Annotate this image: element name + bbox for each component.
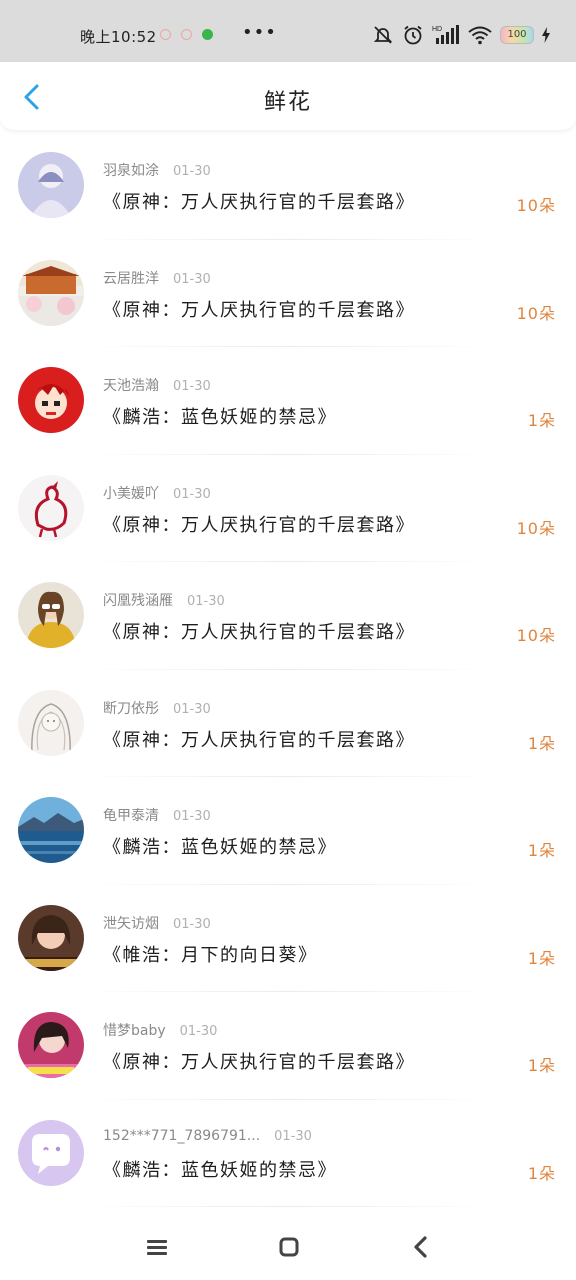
alarm-icon bbox=[404, 25, 422, 45]
charging-icon bbox=[542, 27, 550, 43]
date: 01-30 bbox=[173, 701, 211, 717]
notification-icons bbox=[160, 29, 213, 40]
list-item[interactable]: 152***771_7896791... 01-30 《麟浩：蓝色妖姬的禁忌》 1… bbox=[0, 1100, 576, 1207]
flower-count: 1朵 bbox=[527, 733, 556, 753]
wifi-icon bbox=[468, 26, 492, 45]
book-title: 《麟浩：蓝色妖姬的禁忌》 bbox=[103, 837, 337, 858]
back-chevron-icon[interactable] bbox=[406, 1232, 436, 1262]
status-time: 晚上10:52 bbox=[80, 28, 157, 46]
book-title: 《原神：万人厌执行官的千层套路》 bbox=[103, 729, 415, 751]
username: 云居胜洋 01-30 bbox=[103, 270, 211, 287]
username: 惜梦baby 01-30 bbox=[103, 1023, 218, 1039]
mute-bell-icon bbox=[373, 26, 393, 44]
notification-icon bbox=[160, 29, 171, 40]
list-item[interactable]: 云居胜洋 01-30 《原神：万人厌执行官的千层套路》 10朵 bbox=[0, 240, 576, 347]
system-icons: HD 100 bbox=[372, 24, 550, 46]
status-bar: 晚上10:52 ••• HD 100 bbox=[0, 0, 576, 62]
menu-icon[interactable] bbox=[142, 1232, 172, 1262]
svg-text:HD: HD bbox=[432, 26, 442, 33]
username: 闪凰残涵雁 01-30 bbox=[103, 593, 225, 609]
username: 泄矢访烟 01-30 bbox=[103, 915, 211, 932]
system-nav-bar bbox=[0, 1212, 576, 1280]
book-title: 《麟浩：蓝色妖姬的禁忌》 bbox=[103, 407, 337, 428]
date: 01-30 bbox=[173, 164, 211, 179]
flower-count: 1朵 bbox=[527, 411, 556, 430]
username: 小美媛吖 01-30 bbox=[103, 485, 211, 502]
wechat-icon bbox=[202, 29, 213, 40]
flower-count: 1朵 bbox=[527, 841, 556, 860]
flower-count: 10朵 bbox=[516, 196, 556, 215]
avatar[interactable] bbox=[18, 152, 84, 218]
flower-count: 10朵 bbox=[516, 303, 556, 323]
list-item[interactable]: 闪凰残涵雁 01-30 《原神：万人厌执行官的千层套路》 10朵 bbox=[0, 562, 576, 670]
avatar[interactable] bbox=[18, 1012, 84, 1078]
list-item[interactable]: 泄矢访烟 01-30 《帷浩：月下的向日葵》 1朵 bbox=[0, 885, 576, 992]
app-header: 鲜花 bbox=[0, 62, 576, 130]
avatar[interactable] bbox=[18, 904, 84, 971]
battery-icon: 100 bbox=[500, 26, 534, 44]
book-title: 《原神：万人厌执行官的千层套路》 bbox=[103, 514, 415, 536]
flower-count: 1朵 bbox=[527, 1163, 556, 1183]
more-notifications-icon: ••• bbox=[242, 22, 277, 43]
list-item[interactable]: 惜梦baby 01-30 《原神：万人厌执行官的千层套路》 1朵 bbox=[0, 992, 576, 1100]
flower-count: 1朵 bbox=[527, 948, 556, 968]
avatar[interactable] bbox=[18, 797, 84, 863]
avatar[interactable] bbox=[18, 367, 84, 433]
flower-list: 羽泉如涂 01-30 《原神：万人厌执行官的千层套路》 10朵 云居胜洋 01-30… bbox=[0, 132, 576, 1207]
book-title: 《原神：万人厌执行官的千层套路》 bbox=[103, 192, 415, 213]
date: 01-30 bbox=[173, 916, 211, 932]
date: 01-30 bbox=[173, 379, 211, 394]
date: 01-30 bbox=[274, 1128, 312, 1144]
book-title: 《麟浩：蓝色妖姬的禁忌》 bbox=[103, 1159, 337, 1181]
username: 羽泉如涂 01-30 bbox=[103, 163, 211, 179]
date: 01-30 bbox=[173, 271, 211, 287]
list-item[interactable]: 龟甲泰清 01-30 《麟浩：蓝色妖姬的禁忌》 1朵 bbox=[0, 777, 576, 885]
list-item[interactable]: 羽泉如涂 01-30 《原神：万人厌执行官的千层套路》 10朵 bbox=[0, 132, 576, 240]
hd-signal-icon: HD bbox=[432, 25, 459, 44]
flower-count: 10朵 bbox=[516, 518, 556, 538]
flower-count: 1朵 bbox=[527, 1056, 556, 1075]
book-title: 《原神：万人厌执行官的千层套路》 bbox=[103, 1052, 415, 1073]
list-item[interactable]: 断刀依彤 01-30 《原神：万人厌执行官的千层套路》 1朵 bbox=[0, 670, 576, 777]
avatar[interactable] bbox=[18, 1119, 84, 1186]
avatar[interactable] bbox=[18, 474, 84, 541]
username: 152***771_7896791... 01-30 bbox=[103, 1127, 312, 1144]
notification-icon bbox=[181, 29, 192, 40]
avatar[interactable] bbox=[18, 259, 84, 326]
flower-count: 10朵 bbox=[516, 626, 556, 645]
date: 01-30 bbox=[173, 486, 211, 502]
date: 01-30 bbox=[173, 809, 211, 824]
book-title: 《帷浩：月下的向日葵》 bbox=[103, 944, 318, 966]
list-item[interactable]: 天池浩瀚 01-30 《麟浩：蓝色妖姬的禁忌》 1朵 bbox=[0, 347, 576, 455]
list-item[interactable]: 小美媛吖 01-30 《原神：万人厌执行官的千层套路》 10朵 bbox=[0, 455, 576, 562]
avatar[interactable] bbox=[18, 582, 84, 648]
date: 01-30 bbox=[179, 1024, 218, 1039]
date: 01-30 bbox=[187, 594, 225, 609]
avatar[interactable] bbox=[18, 689, 84, 756]
book-title: 《原神：万人厌执行官的千层套路》 bbox=[103, 622, 415, 643]
book-title: 《原神：万人厌执行官的千层套路》 bbox=[103, 299, 415, 321]
username: 龟甲泰清 01-30 bbox=[103, 808, 211, 824]
username: 天池浩瀚 01-30 bbox=[103, 378, 211, 394]
username: 断刀依彤 01-30 bbox=[103, 700, 211, 717]
page-title: 鲜花 bbox=[263, 90, 312, 115]
home-square-icon[interactable] bbox=[274, 1232, 304, 1262]
divider bbox=[80, 1206, 496, 1207]
